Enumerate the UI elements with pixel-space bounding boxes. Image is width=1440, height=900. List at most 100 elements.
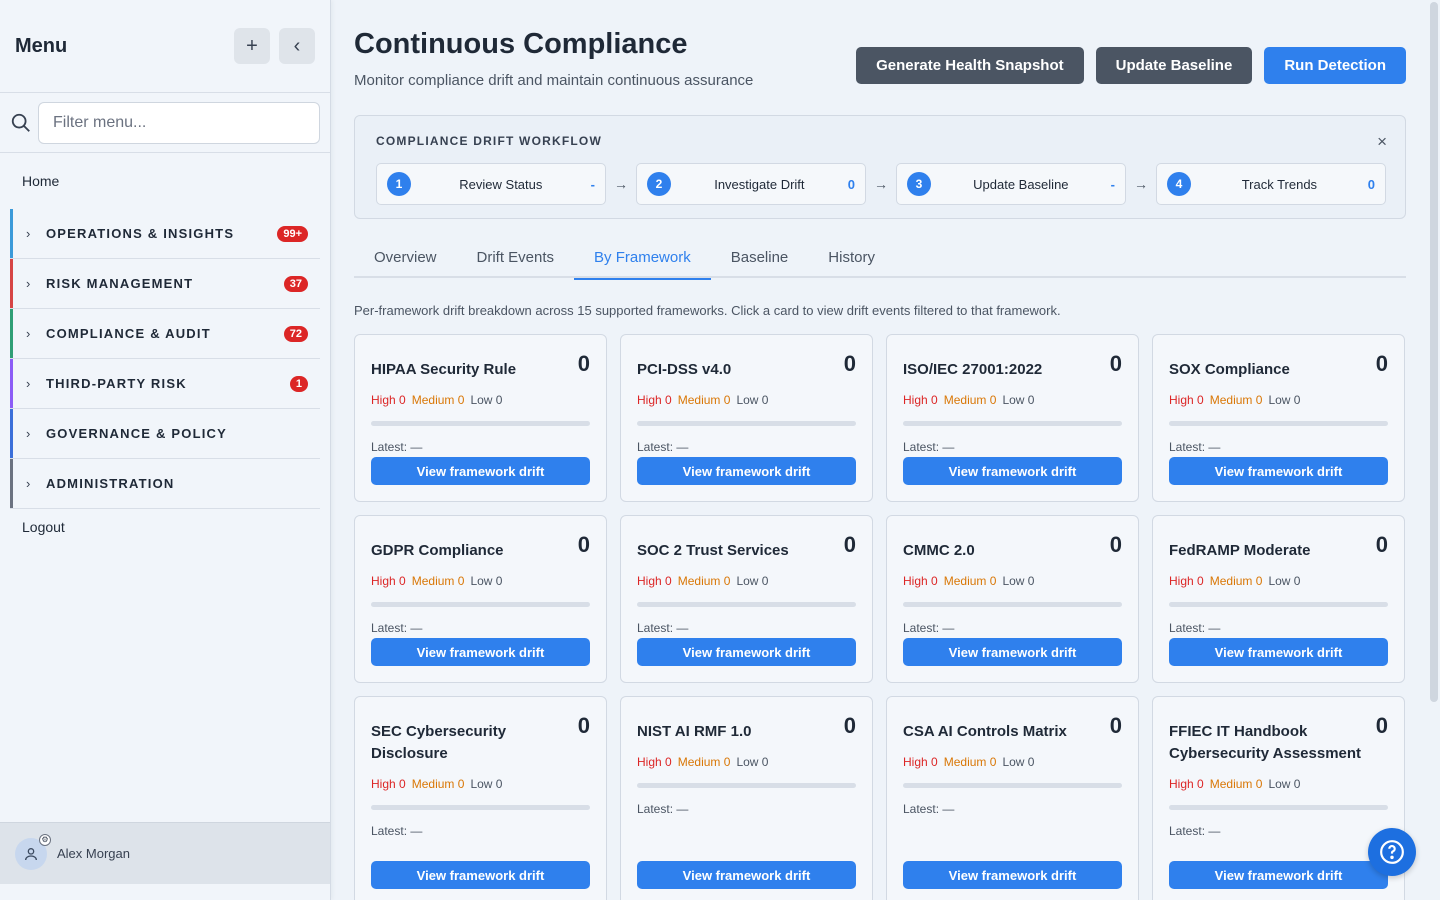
generate-health-snapshot-button[interactable]: Generate Health Snapshot xyxy=(856,47,1084,84)
framework-card[interactable]: HIPAA Security Rule 0 High 0 Medium 0 Low 0L… xyxy=(354,334,607,502)
card-header: CMMC 2.0 0 xyxy=(903,532,1122,562)
framework-card[interactable]: PCI-DSS v4.0 0 High 0 Medium 0 Low 0 Latest: … xyxy=(620,334,873,502)
medium-count: Medium 0 xyxy=(944,574,997,588)
medium-label: Medium xyxy=(677,574,721,588)
logout-link[interactable]: Logout xyxy=(0,509,330,545)
workflow-step[interactable]: 2 Investigate Drift 0 xyxy=(636,163,866,205)
view-framework-drift-button[interactable]: View framework drift xyxy=(903,861,1122,889)
drift-total: 0 xyxy=(843,351,856,376)
framework-card[interactable]: SOC 2 Trust Services 0 High 0 Medium 0 Low 0… xyxy=(620,515,873,683)
view-framework-drift-button[interactable]: View framework drift xyxy=(1169,638,1388,666)
framework-card[interactable]: FedRAMP Moderate 0 High 0 Medium 0 Low 0 Late… xyxy=(1152,515,1405,683)
sidebar-item-governance-policy[interactable]: › GOVERNANCE & POLICY xyxy=(10,409,320,459)
view-framework-drift-button[interactable]: View framework drift xyxy=(637,638,856,666)
page-scrollbar[interactable] xyxy=(1430,2,1438,702)
step-count: - xyxy=(590,176,595,192)
collapse-sidebar-button[interactable]: ‹ xyxy=(279,28,315,64)
high-count: High 0 xyxy=(903,393,938,407)
update-baseline-button[interactable]: Update Baseline xyxy=(1095,47,1253,84)
latest-event: Latest: — xyxy=(1169,440,1221,454)
framework-name: ISO/IEC 27001:2022 xyxy=(903,361,1043,378)
card-header: SOX Compliance 0 xyxy=(1169,351,1388,381)
card-header: SOC 2 Trust Services 0 xyxy=(637,532,856,562)
high-label: High xyxy=(903,393,928,407)
low-value: 0 xyxy=(1027,393,1035,407)
tab-bar: Overview Drift Events By Framework Baseline… xyxy=(354,237,1406,280)
sidebar-item-operations-insights[interactable]: › OPERATIONS & INSIGHTS 99+ xyxy=(10,209,320,259)
medium-value: 0 xyxy=(457,777,465,791)
latest-event: Latest: — xyxy=(371,440,423,454)
framework-name: CSA AI Controls Matrix xyxy=(903,723,1067,740)
framework-card[interactable]: CMMC 2.0 0 High 0 Medium 0 Low 0 Latest: — Vie… xyxy=(886,515,1139,683)
view-framework-drift-button[interactable]: View framework drift xyxy=(637,861,856,889)
user-name: Alex Morgan xyxy=(57,846,130,861)
view-framework-drift-button[interactable]: View framework drift xyxy=(1169,457,1388,485)
framework-card[interactable]: CSA AI Controls Matrix 0 High 0 Medium 0 Low… xyxy=(886,696,1139,900)
high-label: High xyxy=(637,574,662,588)
drift-total: 0 xyxy=(1375,713,1388,738)
high-value: 0 xyxy=(1197,777,1204,791)
drift-progress-bar xyxy=(371,421,590,426)
medium-value: 0 xyxy=(723,574,731,588)
low-label: Low xyxy=(1002,755,1025,769)
high-count: High 0 xyxy=(1169,574,1204,588)
low-value: 0 xyxy=(1293,393,1301,407)
framework-intro: Per-framework drift breakdown across 15 … xyxy=(354,303,1061,318)
view-framework-drift-button[interactable]: View framework drift xyxy=(637,457,856,485)
filter-menu-input[interactable] xyxy=(38,101,320,144)
run-detection-button[interactable]: Run Detection xyxy=(1264,47,1406,84)
drift-progress-bar xyxy=(1169,805,1388,810)
tab-drift-events[interactable]: Drift Events xyxy=(457,237,575,278)
medium-value: 0 xyxy=(1255,393,1263,407)
framework-name: CMMC 2.0 xyxy=(903,542,975,559)
severity-counts: High 0 Medium 0 Low 0 xyxy=(1169,777,1388,791)
high-value: 0 xyxy=(1197,574,1204,588)
view-framework-drift-button[interactable]: View framework drift xyxy=(371,861,590,889)
drift-progress-bar xyxy=(371,602,590,607)
framework-card[interactable]: ISO/IEC 27001:2022 0 High 0 Medium 0 Low 0 La… xyxy=(886,334,1139,502)
arrow-right-icon: → xyxy=(1134,176,1148,192)
sidebar-item-home[interactable]: Home xyxy=(0,153,330,209)
workflow-step[interactable]: 1 Review Status - xyxy=(376,163,606,205)
sidebar-item-third-party-risk[interactable]: › THIRD-PARTY RISK 1 xyxy=(10,359,320,409)
tab-by-framework[interactable]: By Framework xyxy=(574,237,711,280)
user-profile[interactable]: ⚙ Alex Morgan xyxy=(0,822,330,884)
high-count: High 0 xyxy=(637,755,672,769)
step-label: Review Status xyxy=(459,176,543,192)
add-button[interactable]: + xyxy=(234,28,270,64)
chevron-right-icon: › xyxy=(26,276,31,291)
group-color-bar xyxy=(10,359,13,408)
high-count: High 0 xyxy=(371,393,406,407)
severity-counts: High 0 Medium 0 Low 0 xyxy=(637,755,856,769)
view-framework-drift-button[interactable]: View framework drift xyxy=(903,638,1122,666)
workflow-step[interactable]: 4 Track Trends 0 xyxy=(1156,163,1386,205)
severity-counts: High 0 Medium 0 Low 0 xyxy=(371,393,590,407)
high-count: High 0 xyxy=(1169,777,1204,791)
tab-baseline[interactable]: Baseline xyxy=(711,237,809,278)
framework-card[interactable]: FFIEC IT Handbook Cybersecurity Assessme… xyxy=(1152,696,1405,900)
drift-progress-bar xyxy=(903,421,1122,426)
framework-card[interactable]: GDPR Compliance 0 High 0 Medium 0 Low 0 Lates… xyxy=(354,515,607,683)
tab-history[interactable]: History xyxy=(808,237,895,278)
view-framework-drift-button[interactable]: View framework drift xyxy=(371,457,590,485)
view-framework-drift-button[interactable]: View framework drift xyxy=(1169,861,1388,889)
help-button[interactable] xyxy=(1368,828,1416,876)
view-framework-drift-button[interactable]: View framework drift xyxy=(371,638,590,666)
sidebar-item-compliance-audit[interactable]: › COMPLIANCE & AUDIT 72 xyxy=(10,309,320,359)
framework-card[interactable]: SEC Cybersecurity Disclosure 0 High 0 Mediu… xyxy=(354,696,607,900)
medium-label: Medium xyxy=(411,393,455,407)
medium-count: Medium 0 xyxy=(412,574,465,588)
workflow-step[interactable]: 3 Update Baseline - xyxy=(896,163,1126,205)
arrow-right-icon: → xyxy=(614,176,628,192)
avatar[interactable]: ⚙ xyxy=(15,833,51,870)
sidebar-item-administration[interactable]: › ADMINISTRATION xyxy=(10,459,320,509)
sidebar-item-risk-management[interactable]: › RISK MANAGEMENT 37 xyxy=(10,259,320,309)
low-label: Low xyxy=(1002,393,1025,407)
framework-card[interactable]: NIST AI RMF 1.0 0 High 0 Medium 0 Low 0 Lates… xyxy=(620,696,873,900)
close-icon[interactable]: × xyxy=(1377,132,1387,152)
group-color-bar xyxy=(10,309,13,358)
view-framework-drift-button[interactable]: View framework drift xyxy=(903,457,1122,485)
low-value: 0 xyxy=(1293,777,1301,791)
tab-overview[interactable]: Overview xyxy=(354,237,457,278)
framework-card[interactable]: SOX Compliance 0 High 0 Medium 0 Low 0 Latest… xyxy=(1152,334,1405,502)
